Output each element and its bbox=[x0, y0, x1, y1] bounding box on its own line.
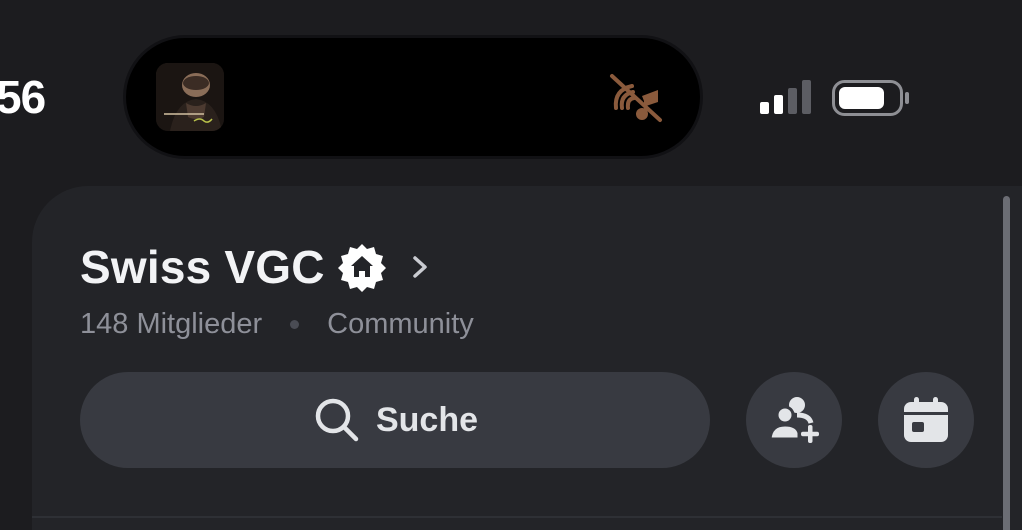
cellular-signal-icon bbox=[760, 80, 816, 116]
chevron-right-icon[interactable] bbox=[409, 252, 431, 282]
scrollbar[interactable] bbox=[1003, 196, 1010, 530]
community-home-badge-icon bbox=[337, 244, 386, 292]
muted-music-icon[interactable] bbox=[606, 68, 666, 128]
separator-dot bbox=[290, 320, 300, 329]
section-divider bbox=[32, 516, 1002, 518]
calendar-icon bbox=[904, 397, 948, 442]
add-member-icon bbox=[768, 397, 819, 443]
battery-icon bbox=[832, 80, 910, 116]
invite-members-button[interactable] bbox=[746, 372, 842, 468]
album-art-icon bbox=[156, 63, 224, 131]
server-name[interactable]: Swiss VGC bbox=[80, 240, 325, 294]
album-art-thumbnail[interactable] bbox=[156, 63, 224, 131]
search-button[interactable]: Suche bbox=[80, 372, 710, 468]
member-count: 148 Mitglieder bbox=[80, 308, 263, 340]
status-time: 56 bbox=[0, 71, 46, 123]
server-meta: 148 Mitglieder Community bbox=[80, 308, 474, 341]
search-icon bbox=[315, 398, 359, 442]
events-button[interactable] bbox=[878, 372, 974, 468]
server-type: Community bbox=[327, 308, 474, 340]
dynamic-island[interactable] bbox=[126, 38, 700, 156]
server-panel bbox=[32, 186, 1022, 530]
search-label: Suche bbox=[375, 400, 479, 439]
server-header[interactable]: Swiss VGC bbox=[80, 240, 431, 294]
